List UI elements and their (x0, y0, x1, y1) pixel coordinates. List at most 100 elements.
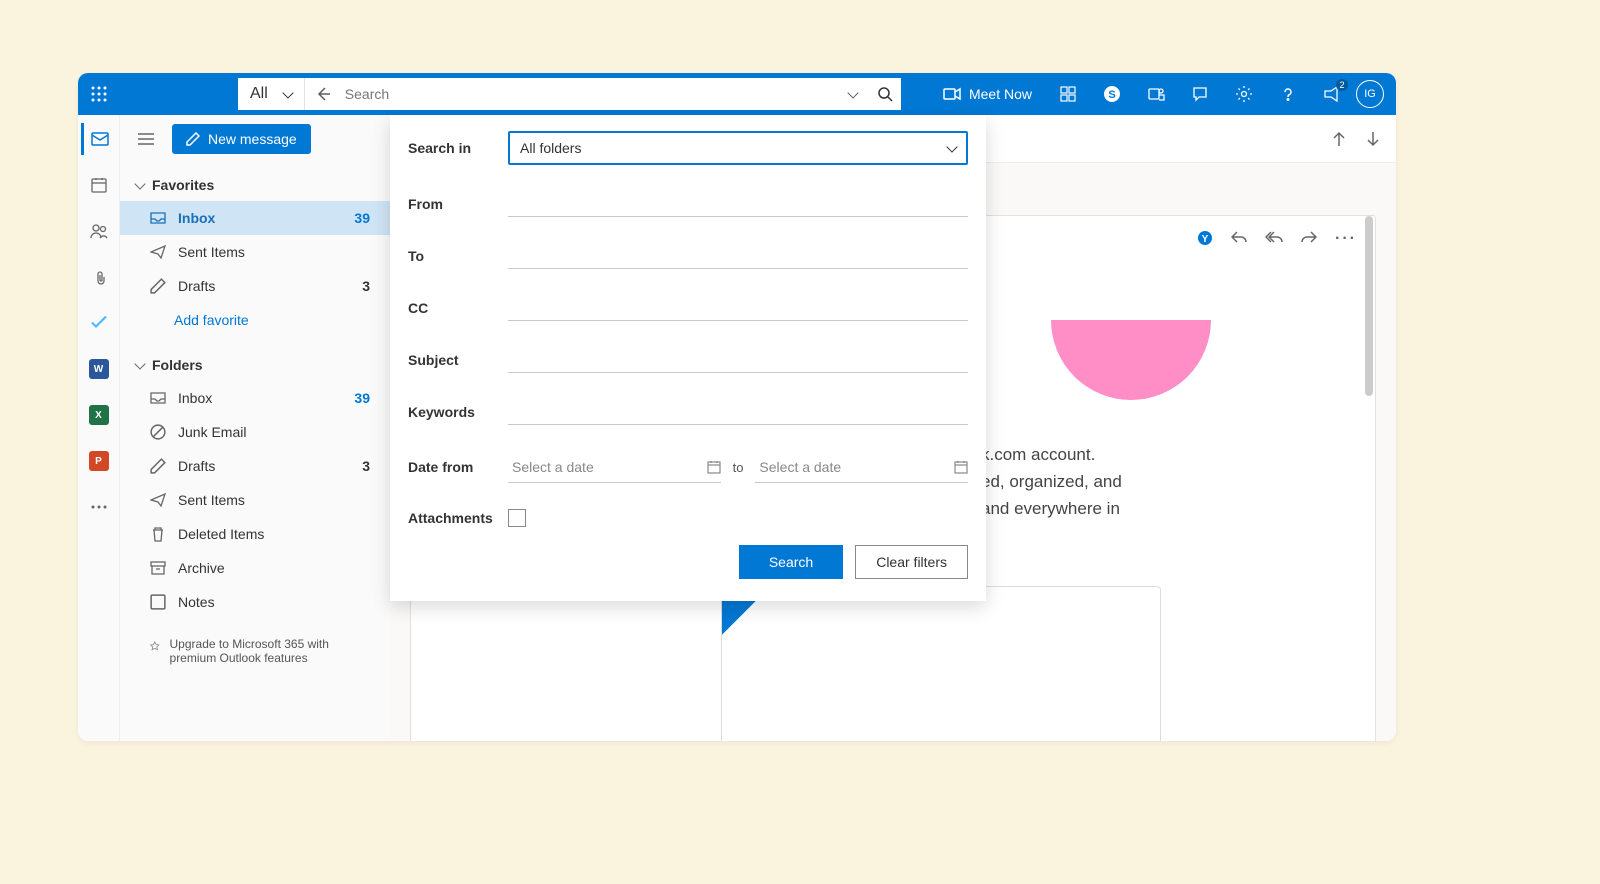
add-favorite-button[interactable]: Add favorite (120, 303, 390, 337)
decorative-blob (1051, 320, 1211, 400)
date-to-picker[interactable]: Select a date (755, 451, 968, 483)
folders-section-header[interactable]: Folders (120, 349, 390, 381)
folder-label: Sent Items (178, 244, 245, 260)
search-button[interactable]: Search (739, 545, 843, 579)
search-scope-dropdown[interactable]: All (238, 78, 305, 110)
folder-drafts[interactable]: Drafts 3 (120, 449, 390, 483)
help-icon[interactable] (1268, 73, 1308, 115)
search-in-label: Search in (408, 140, 508, 156)
forward-icon[interactable] (1301, 230, 1317, 248)
chat-icon[interactable] (1180, 73, 1220, 115)
from-input[interactable] (508, 191, 968, 217)
date-placeholder: Select a date (512, 459, 594, 475)
notification-badge: 2 (1336, 79, 1348, 91)
favorites-section-header[interactable]: Favorites (120, 169, 390, 201)
search-options-toggle[interactable] (837, 92, 869, 97)
search-in-dropdown[interactable]: All folders (508, 131, 968, 165)
todo-app-icon[interactable] (83, 307, 115, 339)
svg-text:Y: Y (1202, 234, 1209, 245)
arrow-down-icon[interactable] (1366, 131, 1380, 147)
keywords-input[interactable] (508, 399, 968, 425)
new-message-label: New message (208, 131, 297, 147)
meet-now-button[interactable]: Meet Now (931, 73, 1044, 115)
message-actions: Y ··· (1197, 230, 1357, 248)
favorites-label: Favorites (152, 177, 214, 193)
folder-sent-favorite[interactable]: Sent Items (120, 235, 390, 269)
folder-label: Junk Email (178, 424, 246, 440)
search-input[interactable] (341, 86, 837, 102)
profile-avatar[interactable]: IG (1356, 80, 1384, 108)
attachments-checkbox[interactable] (508, 509, 526, 527)
folder-deleted[interactable]: Deleted Items (120, 517, 390, 551)
folders-label: Folders (152, 357, 203, 373)
skype-icon[interactable]: S (1092, 73, 1132, 115)
welcome-message-snippet: k.com account. ed, organized, and and ev… (981, 441, 1122, 523)
more-apps-icon[interactable] (83, 491, 115, 523)
excel-app-icon[interactable]: X (83, 399, 115, 431)
reply-all-icon[interactable] (1265, 230, 1283, 248)
folder-inbox-favorite[interactable]: Inbox 39 (120, 201, 390, 235)
folder-pane: New message Favorites Inbox 39 Sent Item… (120, 115, 390, 741)
clear-filters-button[interactable]: Clear filters (855, 545, 968, 579)
topbar: All Meet Now S (78, 73, 1396, 115)
more-icon[interactable]: ··· (1335, 230, 1357, 248)
folder-label: Drafts (178, 278, 215, 294)
upgrade-text: Upgrade to Microsoft 365 with premium Ou… (170, 637, 374, 665)
date-from-picker[interactable]: Select a date (508, 451, 721, 483)
settings-icon[interactable] (1224, 73, 1264, 115)
folder-drafts-favorite[interactable]: Drafts 3 (120, 269, 390, 303)
to-input[interactable] (508, 243, 968, 269)
upgrade-promo[interactable]: Upgrade to Microsoft 365 with premium Ou… (120, 625, 390, 677)
date-to-separator: to (733, 460, 744, 475)
teams-icon[interactable] (1136, 73, 1176, 115)
arrow-up-icon[interactable] (1332, 131, 1346, 147)
advanced-search-panel: Search in All folders From To CC Subject… (390, 115, 986, 601)
folder-count: 39 (354, 390, 370, 406)
app-launcher-icon[interactable] (78, 73, 120, 115)
date-placeholder: Select a date (759, 459, 841, 475)
folder-count: 39 (354, 210, 370, 226)
folder-sent[interactable]: Sent Items (120, 483, 390, 517)
searchbar (305, 78, 901, 110)
word-app-icon[interactable]: W (83, 353, 115, 385)
cc-input[interactable] (508, 295, 968, 321)
files-app-icon[interactable] (83, 261, 115, 293)
whats-new-icon[interactable]: 2 (1312, 73, 1352, 115)
search-submit-icon[interactable] (869, 86, 901, 102)
subject-label: Subject (408, 352, 508, 368)
mail-app-icon[interactable] (81, 123, 113, 155)
reply-icon[interactable] (1231, 230, 1247, 248)
date-from-label: Date from (408, 459, 508, 475)
calendar-app-icon[interactable] (83, 169, 115, 201)
reading-scrollbar[interactable] (1365, 216, 1373, 396)
folder-inbox[interactable]: Inbox 39 (120, 381, 390, 415)
folder-label: Notes (178, 594, 215, 610)
search-back-button[interactable] (305, 86, 341, 102)
app-rail: W X P (78, 115, 120, 741)
folder-label: Inbox (178, 210, 215, 226)
folder-label: Deleted Items (178, 526, 264, 542)
folder-label: Archive (178, 560, 225, 576)
folder-label: Drafts (178, 458, 215, 474)
outlook-window: All Meet Now S (78, 73, 1396, 741)
cc-label: CC (408, 300, 508, 316)
folder-archive[interactable]: Archive (120, 551, 390, 585)
powerpoint-app-icon[interactable]: P (83, 445, 115, 477)
chevron-down-icon (946, 141, 957, 152)
search-in-value: All folders (520, 140, 581, 156)
subject-input[interactable] (508, 347, 968, 373)
panel-icon[interactable] (1048, 73, 1088, 115)
attachments-label: Attachments (408, 510, 508, 526)
folder-label: Inbox (178, 390, 212, 406)
yammer-icon[interactable]: Y (1197, 230, 1213, 248)
hamburger-icon[interactable] (130, 123, 162, 155)
people-app-icon[interactable] (83, 215, 115, 247)
new-message-button[interactable]: New message (172, 124, 311, 154)
search-scope-label: All (250, 85, 268, 103)
folder-junk[interactable]: Junk Email (120, 415, 390, 449)
folder-notes[interactable]: Notes (120, 585, 390, 619)
folder-count: 3 (362, 458, 370, 474)
keywords-label: Keywords (408, 404, 508, 420)
chevron-down-icon (282, 87, 293, 98)
svg-text:S: S (1108, 89, 1115, 101)
